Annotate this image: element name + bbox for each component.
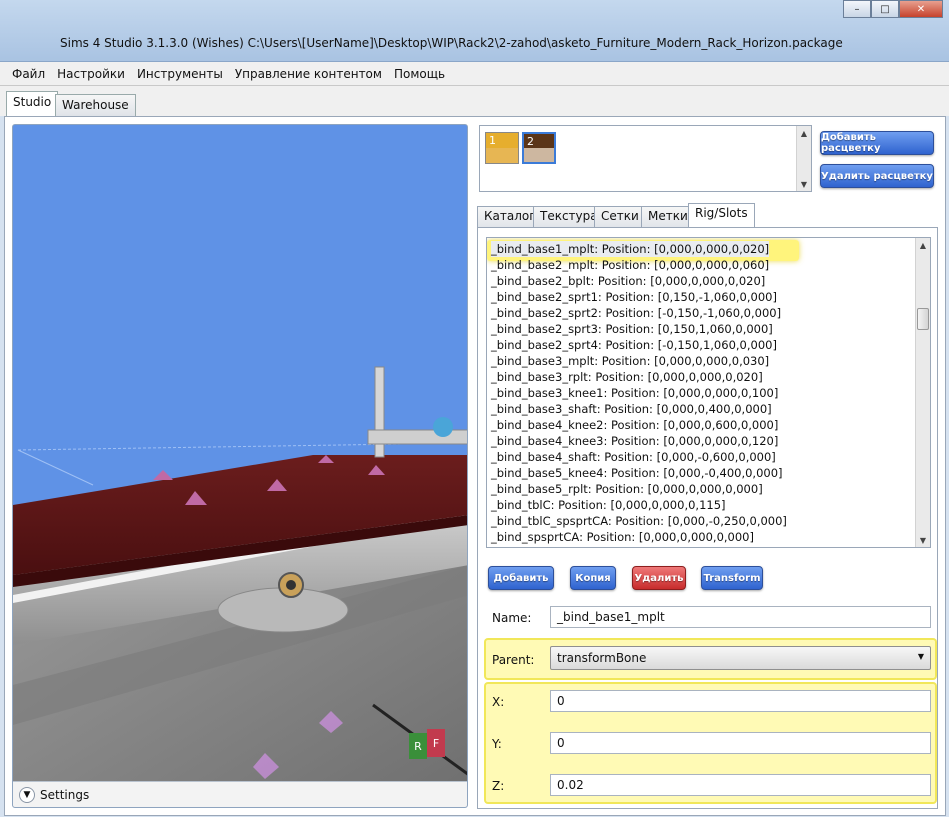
minimize-button[interactable]: – xyxy=(843,0,871,18)
name-field[interactable]: _bind_base1_mplt xyxy=(550,606,931,628)
close-button[interactable]: ✕ xyxy=(899,0,943,18)
scroll-down-icon[interactable]: ▼ xyxy=(797,177,811,191)
x-field[interactable]: 0 xyxy=(550,690,931,712)
menu-bar: Файл Настройки Инструменты Управление ко… xyxy=(0,62,949,86)
tab-meshes[interactable]: Сетки xyxy=(594,206,646,227)
z-field[interactable]: 0.02 xyxy=(550,774,931,796)
list-item[interactable]: _bind_base2_bplt: Position: [0,000,0,000… xyxy=(491,273,765,289)
menu-content-management[interactable]: Управление контентом xyxy=(229,62,388,86)
tab-tags[interactable]: Метки xyxy=(641,206,695,227)
tab-studio[interactable]: Studio xyxy=(6,91,59,117)
list-item[interactable]: _bind_base2_sprt2: Position: [-0,150,-1,… xyxy=(491,305,781,321)
scroll-down-icon[interactable]: ▼ xyxy=(916,533,930,547)
menu-file[interactable]: Файл xyxy=(6,62,51,86)
list-item[interactable]: _bind_base1_mplt: Position: [0,000,0,000… xyxy=(491,241,770,257)
3d-viewport[interactable]: R F ▼ Settings xyxy=(12,124,468,808)
scroll-up-icon[interactable]: ▲ xyxy=(916,238,930,252)
tab-rig-slots[interactable]: Rig/Slots xyxy=(688,203,755,228)
list-item[interactable]: _bind_base4_shaft: Position: [0,000,-0,6… xyxy=(491,449,776,465)
list-item[interactable]: _bind_base2_mplt: Position: [0,000,0,000… xyxy=(491,257,769,273)
list-item[interactable]: _bind_tblC_spsprtCA: Position: [0,000,-0… xyxy=(491,513,787,529)
copy-slot-button[interactable]: Копия xyxy=(570,566,616,590)
swatch-2[interactable]: 2 xyxy=(522,132,556,164)
property-tabs: Каталог Текстура Сетки Метки Rig/Slots xyxy=(477,203,937,228)
list-item[interactable]: _bind_base3_knee1: Position: [0,000,0,00… xyxy=(491,385,778,401)
slot-list-scrollbar[interactable]: ▲ ▼ xyxy=(915,238,930,547)
y-field[interactable]: 0 xyxy=(550,732,931,754)
title-bar: Sims 4 Studio 3.1.3.0 (Wishes) C:\Users\… xyxy=(0,0,949,62)
list-item[interactable]: _bind_base5_rplt: Position: [0,000,0,000… xyxy=(491,481,763,497)
list-item[interactable]: _bind_base3_shaft: Position: [0,000,0,40… xyxy=(491,401,772,417)
scroll-up-icon[interactable]: ▲ xyxy=(797,126,811,140)
scroll-thumb[interactable] xyxy=(917,308,929,330)
parent-select[interactable]: transformBone ▼ xyxy=(550,646,931,670)
list-item[interactable]: _bind_base3_rplt: Position: [0,000,0,000… xyxy=(491,369,763,385)
scene-render xyxy=(13,366,467,807)
remove-swatch-button[interactable]: Удалить расцветку xyxy=(820,164,934,188)
settings-label: Settings xyxy=(40,787,90,802)
add-slot-button[interactable]: Добавить xyxy=(488,566,554,590)
menu-help[interactable]: Помощь xyxy=(388,62,451,86)
list-item[interactable]: _bind_base4_knee2: Position: [0,000,0,60… xyxy=(491,417,778,433)
tab-warehouse[interactable]: Warehouse xyxy=(55,94,136,116)
menu-settings[interactable]: Настройки xyxy=(51,62,131,86)
list-item[interactable]: _bind_base3_mplt: Position: [0,000,0,000… xyxy=(491,353,769,369)
transform-button[interactable]: Transform xyxy=(701,566,763,590)
z-label: Z: xyxy=(492,779,505,793)
chevron-down-icon[interactable]: ▼ xyxy=(19,786,35,803)
list-item[interactable]: _bind_base4_knee3: Position: [0,000,0,00… xyxy=(491,433,778,449)
maximize-button[interactable]: □ xyxy=(871,0,899,18)
swatch-list[interactable]: 1 2 ▲ ▼ xyxy=(479,125,812,192)
swatch-1[interactable]: 1 xyxy=(485,132,519,164)
window-controls: – □ ✕ xyxy=(843,0,943,18)
list-item[interactable]: _bind_spsprtCA: Position: [0,000,0,000,0… xyxy=(491,529,754,545)
add-swatch-button[interactable]: Добавить расцветку xyxy=(820,131,934,155)
swatch-label: 2 xyxy=(527,135,534,148)
slot-list[interactable]: _bind_base1_mplt: Position: [0,000,0,000… xyxy=(486,237,931,548)
main-tabs: Studio Warehouse xyxy=(0,86,949,117)
menu-tools[interactable]: Инструменты xyxy=(131,62,229,86)
list-item[interactable]: _bind_base5_knee4: Position: [0,000,-0,4… xyxy=(491,465,783,481)
parent-value: transformBone xyxy=(557,651,647,665)
y-label: Y: xyxy=(492,737,502,751)
x-label: X: xyxy=(492,695,505,709)
parent-label: Parent: xyxy=(492,653,535,667)
settings-bar[interactable]: ▼ Settings xyxy=(13,781,467,807)
gizmo-f-icon[interactable]: F xyxy=(427,729,445,757)
delete-slot-button[interactable]: Удалить xyxy=(632,566,686,590)
swatch-label: 1 xyxy=(489,134,496,147)
swatch-scrollbar[interactable]: ▲ ▼ xyxy=(796,126,811,191)
list-item[interactable]: _bind_tblC: Position: [0,000,0,000,0,115… xyxy=(491,497,726,513)
name-label: Name: xyxy=(492,611,532,625)
list-item[interactable]: _bind_base2_sprt3: Position: [0,150,1,06… xyxy=(491,321,773,337)
list-item[interactable]: _bind_base2_sprt1: Position: [0,150,-1,0… xyxy=(491,289,777,305)
chevron-down-icon: ▼ xyxy=(917,652,924,661)
window-title: Sims 4 Studio 3.1.3.0 (Wishes) C:\Users\… xyxy=(60,36,843,50)
gizmo-r-icon[interactable]: R xyxy=(409,733,427,759)
list-item[interactable]: _bind_base2_sprt4: Position: [-0,150,1,0… xyxy=(491,337,777,353)
